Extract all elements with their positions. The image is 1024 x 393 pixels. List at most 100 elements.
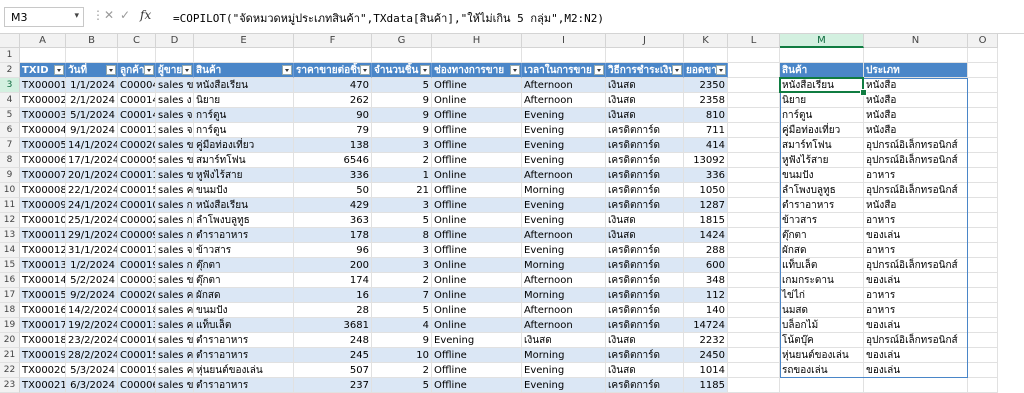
row-header[interactable]: 22 (0, 363, 20, 378)
table-cell[interactable]: 363 (294, 213, 372, 228)
cell[interactable] (968, 138, 998, 153)
filter-dropdown-icon[interactable] (672, 65, 682, 75)
cell[interactable] (728, 168, 780, 183)
table-cell[interactable]: Offline (432, 183, 522, 198)
cell[interactable] (20, 48, 66, 63)
table-cell[interactable]: Online (432, 288, 522, 303)
result-cell[interactable]: นมสด (780, 303, 864, 318)
cell[interactable] (728, 213, 780, 228)
table-cell[interactable]: C00005 (118, 153, 156, 168)
table-cell[interactable]: 262 (294, 93, 372, 108)
table-cell[interactable]: 14/1/2024 (66, 138, 118, 153)
row-header[interactable]: 14 (0, 243, 20, 258)
filter-dropdown-icon[interactable] (716, 65, 726, 75)
table-cell[interactable]: เครดิตการ์ด (606, 243, 684, 258)
table-cell[interactable]: ตำราอาหาร (194, 228, 294, 243)
table-header-cell[interactable]: สินค้า (194, 63, 294, 78)
table-cell[interactable]: Morning (522, 348, 606, 363)
result-cell[interactable]: ขนมปัง (780, 168, 864, 183)
table-cell[interactable]: Evening (522, 138, 606, 153)
result-cell[interactable]: ของเล่น (864, 348, 968, 363)
table-cell[interactable]: ผักสด (194, 288, 294, 303)
table-cell[interactable]: TX00002 (20, 93, 66, 108)
table-cell[interactable]: เครดิตการ์ด (606, 318, 684, 333)
table-cell[interactable]: เครดิตการ์ด (606, 378, 684, 393)
table-cell[interactable]: เครดิตการ์ด (606, 348, 684, 363)
table-cell[interactable]: 200 (294, 258, 372, 273)
result-cell[interactable]: หนังสือ (864, 93, 968, 108)
table-cell[interactable]: 237 (294, 378, 372, 393)
result-cell[interactable]: อาหาร (864, 168, 968, 183)
table-cell[interactable]: 3681 (294, 318, 372, 333)
cell[interactable] (684, 48, 728, 63)
cell[interactable] (968, 183, 998, 198)
table-cell[interactable]: TX00008 (20, 183, 66, 198)
filter-dropdown-icon[interactable] (282, 65, 292, 75)
result-cell[interactable]: แท็บเล็ต (780, 258, 864, 273)
table-cell[interactable]: Afternoon (522, 228, 606, 243)
table-cell[interactable]: 2 (372, 363, 432, 378)
table-cell[interactable]: 2 (372, 273, 432, 288)
table-cell[interactable]: TX00020 (20, 363, 66, 378)
table-cell[interactable]: TX00006 (20, 153, 66, 168)
cell[interactable] (728, 183, 780, 198)
column-header-g[interactable]: G (372, 34, 432, 48)
formula-input[interactable]: =COPILOT("จัดหมวดหมู่ประเภทสินค้า",TXdat… (173, 9, 604, 27)
row-header[interactable]: 4 (0, 93, 20, 108)
table-cell[interactable]: Morning (522, 288, 606, 303)
table-cell[interactable]: Morning (522, 258, 606, 273)
table-cell[interactable]: 21 (372, 183, 432, 198)
table-cell[interactable]: Online (432, 273, 522, 288)
cell[interactable] (728, 243, 780, 258)
table-cell[interactable]: 9 (372, 108, 432, 123)
row-header[interactable]: 16 (0, 273, 20, 288)
table-cell[interactable]: C00020 (118, 138, 156, 153)
result-cell[interactable]: อาหาร (864, 243, 968, 258)
table-cell[interactable]: เครดิตการ์ด (606, 258, 684, 273)
table-header-cell[interactable]: ผู้ขาย (156, 63, 194, 78)
table-header-cell[interactable]: จำนวนชิ้น (372, 63, 432, 78)
table-cell[interactable]: Offline (432, 243, 522, 258)
table-cell[interactable]: 245 (294, 348, 372, 363)
result-cell[interactable]: หูฟังไร้สาย (780, 153, 864, 168)
table-cell[interactable]: Offline (432, 378, 522, 393)
table-cell[interactable]: 13092 (684, 153, 728, 168)
cell[interactable] (372, 48, 432, 63)
cell[interactable] (728, 363, 780, 378)
table-cell[interactable]: sales ข (156, 378, 194, 393)
cell[interactable] (118, 48, 156, 63)
table-cell[interactable]: เงินสด (606, 213, 684, 228)
cell[interactable] (728, 288, 780, 303)
table-cell[interactable]: Afternoon (522, 93, 606, 108)
table-cell[interactable]: 2358 (684, 93, 728, 108)
table-cell[interactable]: Evening (522, 123, 606, 138)
table-cell[interactable]: 470 (294, 78, 372, 93)
row-header[interactable]: 18 (0, 303, 20, 318)
cell[interactable] (968, 288, 998, 303)
cell[interactable] (522, 48, 606, 63)
table-cell[interactable]: เครดิตการ์ด (606, 198, 684, 213)
column-header-d[interactable]: D (156, 34, 194, 48)
table-cell[interactable]: C00019 (118, 363, 156, 378)
result-cell[interactable]: อาหาร (864, 303, 968, 318)
table-cell[interactable]: 17/1/2024 (66, 153, 118, 168)
table-cell[interactable]: หนังสือเรียน (194, 198, 294, 213)
table-cell[interactable]: 711 (684, 123, 728, 138)
result-cell[interactable]: ของเล่น (864, 228, 968, 243)
table-cell[interactable]: Offline (432, 153, 522, 168)
table-cell[interactable]: 6/3/2024 (66, 378, 118, 393)
table-header-cell[interactable]: TXID (20, 63, 66, 78)
table-cell[interactable]: 3 (372, 243, 432, 258)
table-cell[interactable]: 90 (294, 108, 372, 123)
row-header[interactable]: 9 (0, 168, 20, 183)
result-cell[interactable]: อาหาร (864, 213, 968, 228)
table-cell[interactable]: TX00004 (20, 123, 66, 138)
table-cell[interactable]: C00015 (118, 348, 156, 363)
table-cell[interactable]: sales ค (156, 318, 194, 333)
table-cell[interactable]: TX00017 (20, 318, 66, 333)
table-cell[interactable]: 5 (372, 213, 432, 228)
table-cell[interactable]: 5 (372, 378, 432, 393)
table-cell[interactable]: คู่มือท่องเที่ยว (194, 138, 294, 153)
table-cell[interactable]: เงินสด (606, 333, 684, 348)
table-cell[interactable]: ตุ๊กตา (194, 258, 294, 273)
